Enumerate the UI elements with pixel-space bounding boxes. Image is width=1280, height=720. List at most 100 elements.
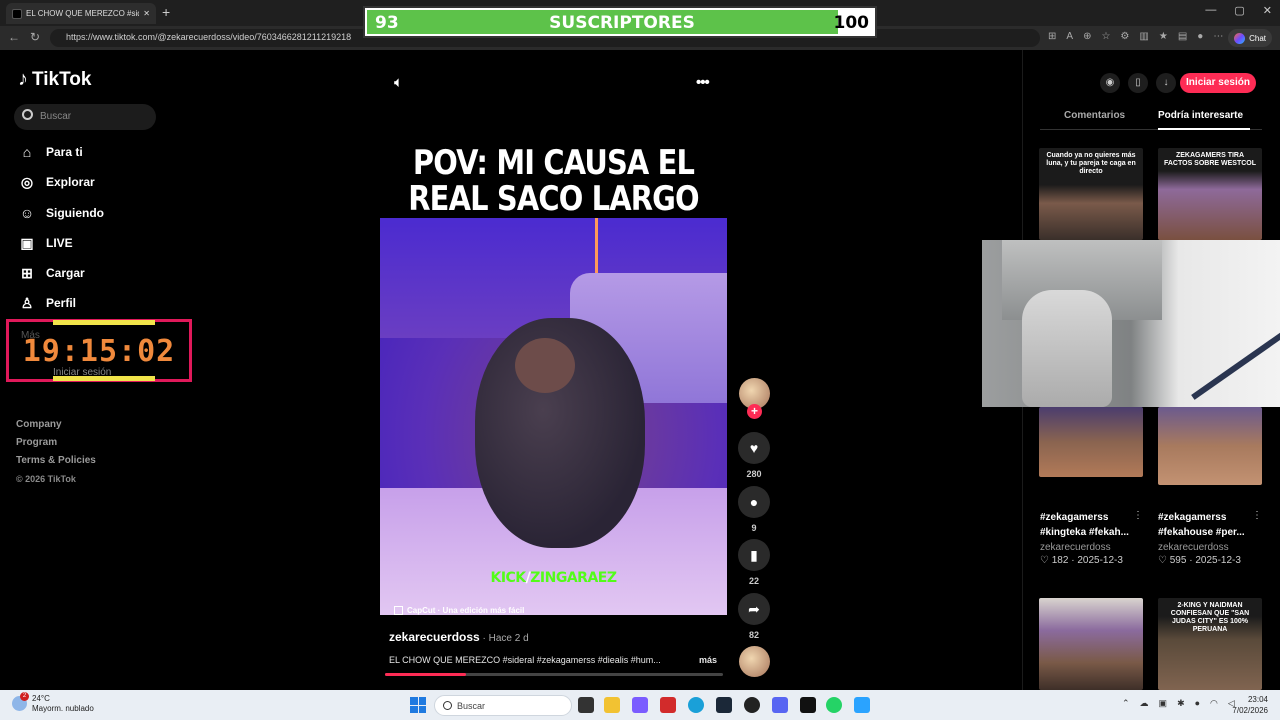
- weather-badge: 2: [20, 692, 29, 701]
- login-button[interactable]: Iniciar sesión: [1180, 73, 1256, 93]
- footer-link-terms[interactable]: Terms & Policies: [16, 452, 96, 470]
- capcut-app-icon[interactable]: [800, 697, 816, 713]
- footer-link-company[interactable]: Company: [16, 416, 96, 434]
- follow-plus-icon[interactable]: +: [747, 404, 762, 419]
- tray-cloud-icon[interactable]: ☁: [1140, 698, 1149, 709]
- taskbar-search[interactable]: Buscar: [434, 695, 572, 716]
- tiktok-logo[interactable]: ♪ TikTok: [18, 68, 91, 91]
- like-button[interactable]: ♥: [738, 432, 770, 464]
- search-icon: [22, 109, 33, 120]
- sidebar-item-para-ti[interactable]: ⌂ Para ti: [18, 143, 83, 161]
- favorite-star-icon[interactable]: ☆: [1101, 31, 1110, 42]
- volume-icon[interactable]: 🔈︎: [394, 74, 403, 91]
- sidebar-item-siguiendo[interactable]: ☺ Siguiendo: [18, 204, 104, 222]
- tray-app-icon[interactable]: ▣: [1159, 698, 1168, 709]
- weather-widget[interactable]: 2 24°C Mayorm. nublado: [12, 692, 94, 714]
- clock-date: 7/02/2026: [1232, 706, 1268, 715]
- comment-button[interactable]: ●: [738, 486, 770, 518]
- capcut-icon: [394, 606, 403, 615]
- device-icon[interactable]: ▯: [1128, 73, 1148, 93]
- taskbar-clock[interactable]: 23:04 7/02/2026: [1232, 694, 1268, 716]
- windows-start-icon[interactable]: [410, 697, 426, 713]
- sidebar-item-explorar[interactable]: ◎ Explorar: [18, 173, 95, 191]
- recommended-thumbnail[interactable]: 2-KING Y NAIDMAN CONFIESAN QUE "SAN JUDA…: [1158, 598, 1262, 690]
- red-app-icon[interactable]: [660, 697, 676, 713]
- extensions-icon[interactable]: ⚙: [1120, 31, 1129, 42]
- copilot-app-icon[interactable]: [632, 697, 648, 713]
- video-author[interactable]: zekarecuerdoss · Hace 2 d: [389, 630, 529, 644]
- video-description: EL CHOW QUE MEREZCO #sideral #zekagamers…: [389, 655, 729, 665]
- close-window-icon[interactable]: ✕: [1263, 4, 1272, 17]
- card-likes: 182: [1051, 555, 1069, 566]
- video-player[interactable]: KICK/ZINGARAEZ CapCut · Una edición más …: [380, 218, 727, 615]
- recommended-thumbnail[interactable]: [1039, 598, 1143, 690]
- back-arrow-icon[interactable]: ←: [8, 30, 20, 44]
- more-options-icon[interactable]: •••: [696, 74, 710, 91]
- subscriber-label: SUSCRIPTORES: [549, 13, 695, 33]
- clock-time: 23:04: [1247, 695, 1268, 704]
- share-button[interactable]: ➦: [738, 593, 770, 625]
- like-count: 280: [746, 469, 762, 479]
- card-menu-icon[interactable]: ⋮: [1133, 510, 1143, 521]
- minimize-icon[interactable]: —: [1205, 4, 1216, 17]
- recommended-thumbnail[interactable]: Cuando ya no quieres más luna, y tu pare…: [1039, 148, 1143, 240]
- tray-wifi-icon[interactable]: ◠: [1210, 698, 1218, 709]
- recommended-thumbnail[interactable]: [1158, 407, 1262, 485]
- recommended-thumbnail[interactable]: ZEKAGAMERS TIRA FACTOS SOBRE WESTCOL: [1158, 148, 1262, 240]
- notepad-icon[interactable]: [854, 697, 870, 713]
- apps-icon[interactable]: ⊞: [1048, 31, 1056, 42]
- browser-tab[interactable]: EL CHOW QUE MEREZCO #sid ✕: [6, 3, 156, 24]
- discord-icon[interactable]: [772, 697, 788, 713]
- collections-icon[interactable]: ▤: [1178, 31, 1187, 42]
- tray-chevron-icon[interactable]: ⌃: [1122, 698, 1130, 709]
- tray-bluetooth-icon[interactable]: ✱: [1177, 698, 1185, 709]
- save-button[interactable]: ▮: [738, 539, 770, 571]
- author-name[interactable]: zekarecuerdoss: [389, 630, 480, 644]
- timer-text: 19:15:02: [22, 334, 176, 369]
- next-avatar[interactable]: [739, 646, 770, 677]
- new-tab-button[interactable]: +: [162, 4, 170, 20]
- sidebar-item-label: LIVE: [46, 236, 73, 250]
- favorites-icon[interactable]: ★: [1159, 31, 1168, 42]
- card-date: 2025-12-3: [1077, 555, 1123, 566]
- tray-mic-icon[interactable]: ●: [1195, 698, 1200, 709]
- copilot-chat-button[interactable]: Chat: [1228, 29, 1272, 47]
- capcut-badge[interactable]: CapCut · Una edición más fácil: [394, 606, 524, 615]
- recommended-thumbnail[interactable]: [1039, 407, 1143, 477]
- address-bar-icons: ⊞ A ⊕ ☆ ⚙ ▥ ★ ▤ ● ⋯: [1048, 31, 1223, 42]
- whatsapp-icon[interactable]: [826, 697, 842, 713]
- webcam-chair: [1022, 290, 1112, 407]
- split-screen-icon[interactable]: ▥: [1139, 31, 1148, 42]
- weather-desc: Mayorm. nublado: [32, 704, 94, 713]
- task-view-icon[interactable]: [578, 697, 594, 713]
- search-input[interactable]: Buscar: [14, 104, 156, 130]
- video-face: [515, 338, 575, 393]
- card-menu-icon[interactable]: ⋮: [1252, 510, 1262, 521]
- file-explorer-icon[interactable]: [604, 697, 620, 713]
- search-icon: [443, 701, 452, 710]
- tab-comentarios[interactable]: Comentarios: [1064, 110, 1125, 121]
- description-more-link[interactable]: más: [699, 655, 717, 665]
- steam-icon[interactable]: [716, 697, 732, 713]
- sidebar-item-perfil[interactable]: ♙ Perfil: [18, 294, 76, 312]
- card-user[interactable]: zekarecuerdoss: [1158, 542, 1268, 553]
- maximize-icon[interactable]: ▢: [1234, 4, 1244, 17]
- menu-dots-icon[interactable]: ⋯: [1213, 31, 1223, 42]
- tab-podria-interesarte[interactable]: Podría interesarte: [1158, 110, 1243, 121]
- footer-link-program[interactable]: Program: [16, 434, 96, 452]
- video-progress-bar[interactable]: [385, 673, 723, 676]
- sidebar-item-cargar[interactable]: ⊞ Cargar: [18, 264, 85, 282]
- kick-watermark: KICK/ZINGARAEZ: [380, 570, 727, 586]
- download-icon[interactable]: ↓: [1156, 73, 1176, 93]
- profile-avatar-icon[interactable]: ●: [1197, 31, 1203, 42]
- card-user[interactable]: zekarecuerdoss: [1040, 542, 1150, 553]
- translate-icon[interactable]: A: [1066, 31, 1073, 42]
- close-tab-icon[interactable]: ✕: [143, 9, 150, 18]
- edge-browser-icon[interactable]: [688, 697, 704, 713]
- reload-icon[interactable]: ↻: [30, 30, 40, 44]
- sidebar-item-live[interactable]: ▣ LIVE: [18, 234, 73, 252]
- coin-icon[interactable]: ◉: [1100, 73, 1120, 93]
- zoom-icon[interactable]: ⊕: [1083, 31, 1091, 42]
- sidebar-item-label: Explorar: [46, 175, 95, 189]
- obs-icon[interactable]: [744, 697, 760, 713]
